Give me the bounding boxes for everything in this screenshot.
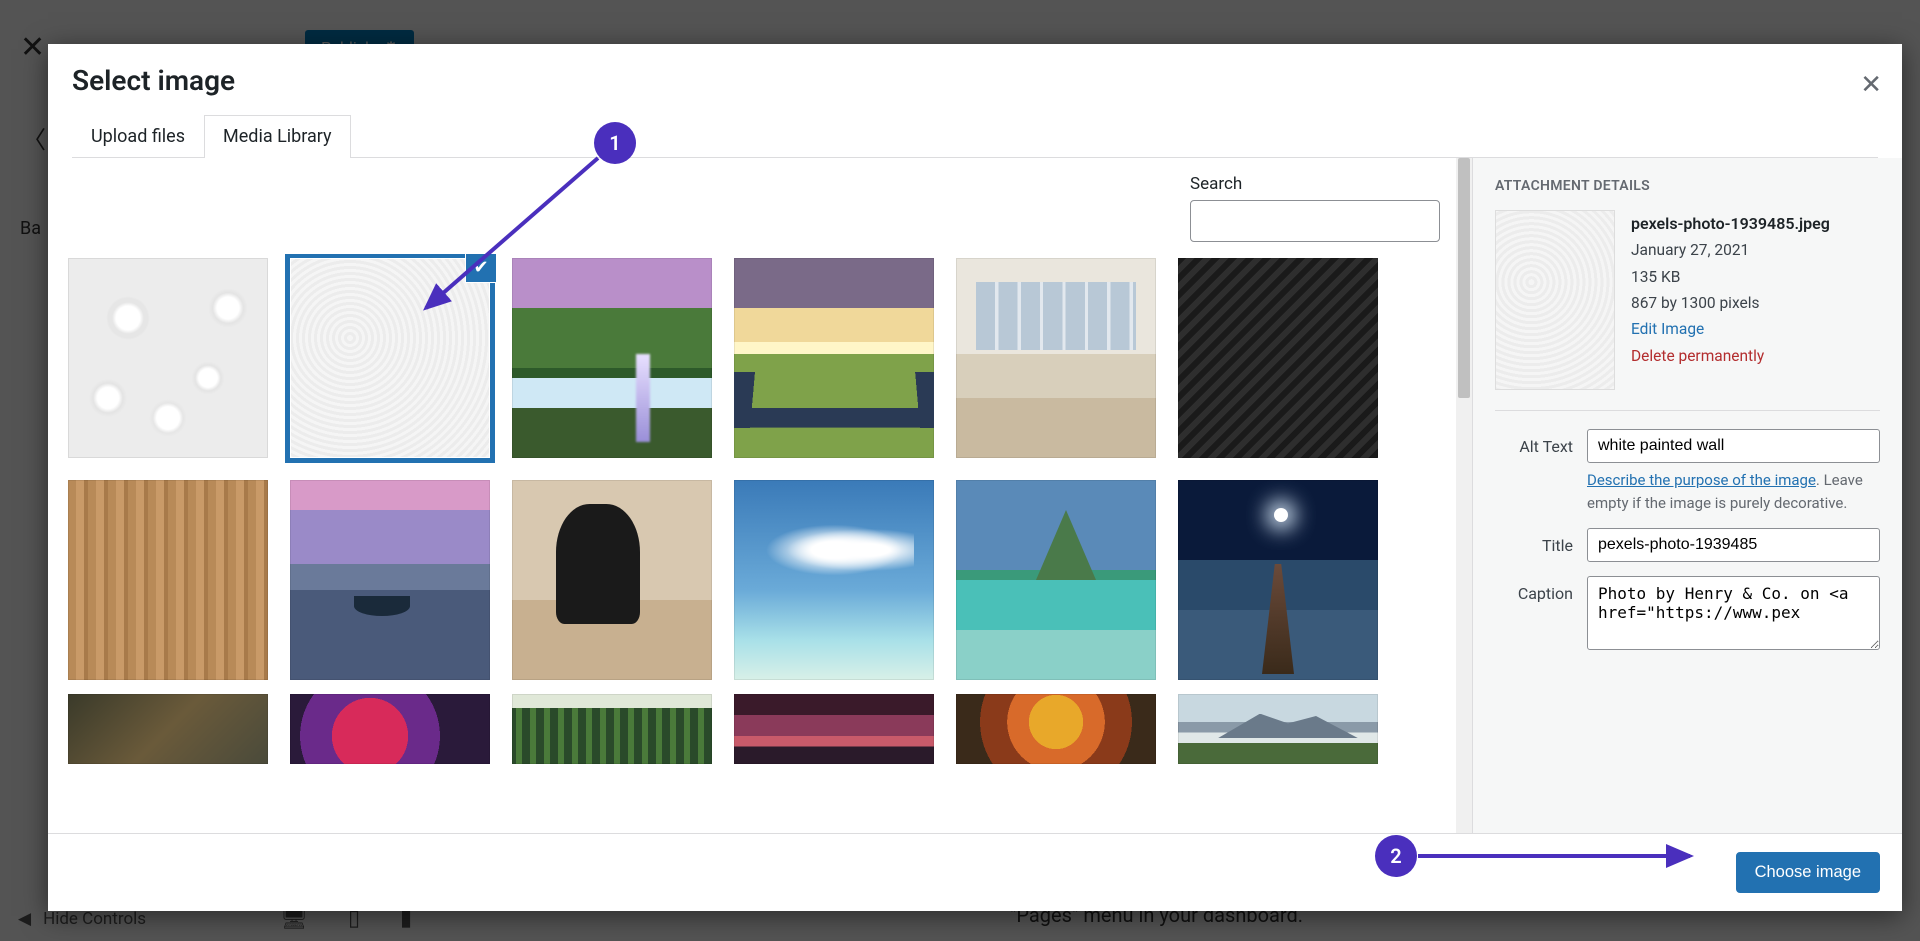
- attachment-filename: pexels-photo-1939485.jpeg: [1631, 210, 1830, 237]
- media-thumb[interactable]: [1178, 694, 1378, 764]
- media-thumb[interactable]: [956, 694, 1156, 764]
- delete-permanently-link[interactable]: Delete permanently: [1631, 343, 1830, 369]
- media-thumb-selected[interactable]: ✔: [290, 258, 490, 458]
- modal-title: Select image: [72, 64, 1878, 97]
- media-thumb[interactable]: [734, 258, 934, 458]
- media-thumb[interactable]: [512, 258, 712, 458]
- alt-text-help: Describe the purpose of the image. Leave…: [1587, 469, 1880, 514]
- scrollbar[interactable]: [1456, 158, 1472, 833]
- sidebar-heading: ATTACHMENT DETAILS: [1495, 178, 1880, 194]
- media-thumb[interactable]: [290, 694, 490, 764]
- choose-image-button[interactable]: Choose image: [1736, 852, 1880, 893]
- caption-textarea[interactable]: [1587, 576, 1880, 650]
- attachment-meta: pexels-photo-1939485.jpeg January 27, 20…: [1631, 210, 1830, 390]
- search-label: Search: [1190, 174, 1440, 194]
- media-thumb[interactable]: [512, 694, 712, 764]
- attachment-preview: [1495, 210, 1615, 390]
- attachment-size: 135 KB: [1631, 264, 1830, 290]
- media-thumb[interactable]: [956, 258, 1156, 458]
- check-icon: ✔: [466, 254, 496, 282]
- attachment-date: January 27, 2021: [1631, 237, 1830, 263]
- title-input[interactable]: [1587, 528, 1880, 562]
- media-thumb[interactable]: [1178, 258, 1378, 458]
- media-thumb[interactable]: [68, 480, 268, 680]
- media-grid: ✔: [64, 254, 1456, 690]
- scrollbar-thumb[interactable]: [1458, 158, 1470, 398]
- search-input[interactable]: [1190, 200, 1440, 242]
- edit-image-link[interactable]: Edit Image: [1631, 316, 1830, 342]
- attachment-sidebar: ATTACHMENT DETAILS pexels-photo-1939485.…: [1472, 158, 1902, 833]
- tabs: Upload files Media Library: [72, 115, 1878, 158]
- title-label: Title: [1495, 528, 1573, 555]
- media-thumb[interactable]: [290, 480, 490, 680]
- media-thumb[interactable]: [1178, 480, 1378, 680]
- tab-upload-files[interactable]: Upload files: [72, 115, 204, 157]
- attachment-dimensions: 867 by 1300 pixels: [1631, 290, 1830, 316]
- alt-help-link[interactable]: Describe the purpose of the image: [1587, 471, 1816, 489]
- modal-body: Search ✔: [48, 158, 1902, 833]
- caption-label: Caption: [1495, 576, 1573, 603]
- modal-header: Select image ✕ Upload files Media Librar…: [48, 44, 1902, 158]
- media-thumb[interactable]: [512, 480, 712, 680]
- media-thumb[interactable]: [68, 694, 268, 764]
- modal-footer: Choose image: [48, 833, 1902, 911]
- media-thumb[interactable]: [956, 480, 1156, 680]
- media-thumb[interactable]: [734, 694, 934, 764]
- media-area: Search ✔: [48, 158, 1472, 833]
- alt-text-input[interactable]: [1587, 429, 1880, 463]
- divider: [1495, 410, 1880, 411]
- media-thumb[interactable]: [734, 480, 934, 680]
- tab-media-library[interactable]: Media Library: [204, 115, 351, 158]
- media-modal: Select image ✕ Upload files Media Librar…: [48, 44, 1902, 911]
- media-thumb[interactable]: [68, 258, 268, 458]
- alt-text-label: Alt Text: [1495, 429, 1573, 456]
- close-icon[interactable]: ✕: [1860, 70, 1882, 100]
